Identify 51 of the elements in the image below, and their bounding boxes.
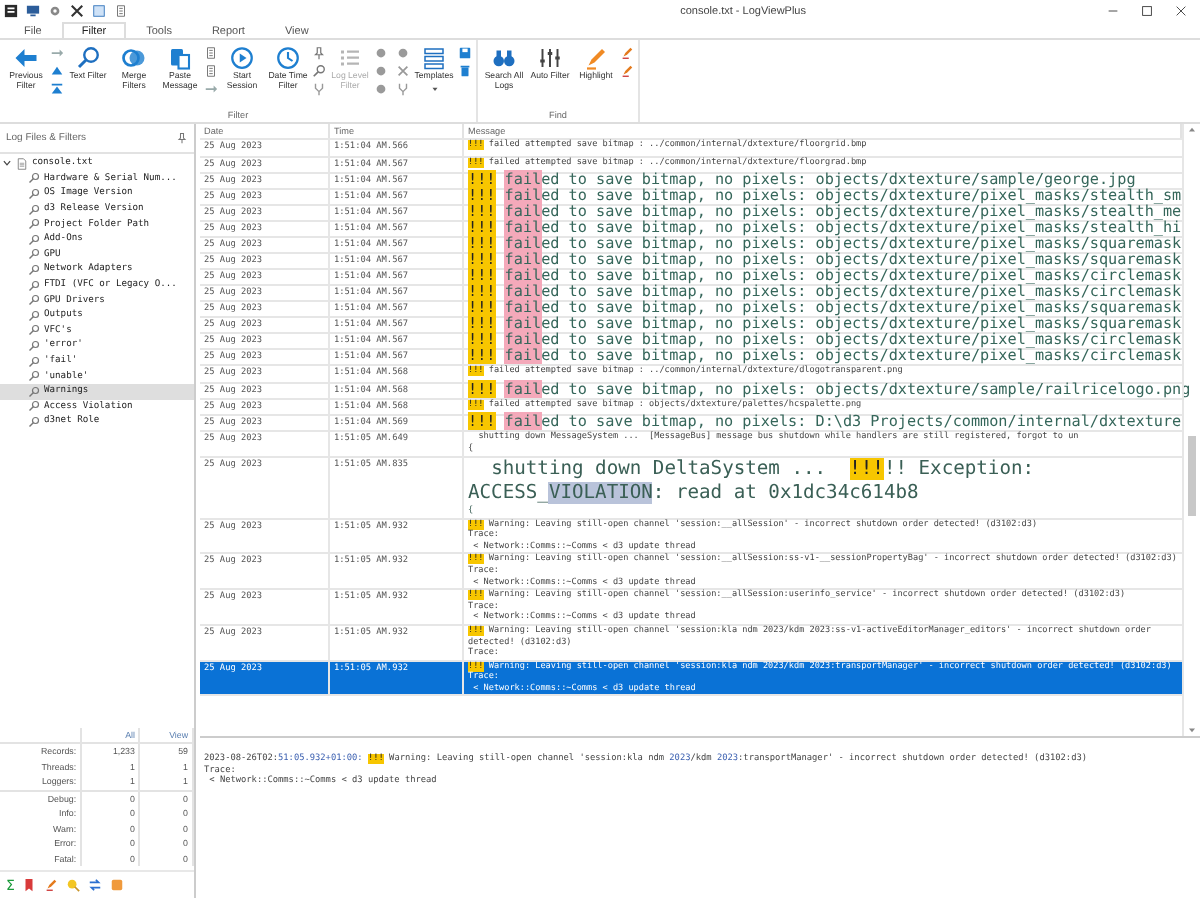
trash-icon[interactable]: [458, 64, 472, 78]
fork-icon[interactable]: [396, 82, 410, 96]
bookmark-icon[interactable]: [22, 878, 37, 892]
save-icon[interactable]: [458, 46, 472, 60]
list-icon: [338, 46, 362, 70]
app-icon: [4, 4, 18, 18]
pin-icon[interactable]: [176, 132, 188, 144]
scrollbar-thumb[interactable]: [1188, 436, 1196, 516]
arrow-left-icon: [14, 46, 38, 70]
box-icon[interactable]: [110, 878, 125, 892]
log-row[interactable]: [200, 661, 1182, 697]
fork-icon[interactable]: [312, 82, 326, 96]
pen-icon[interactable]: [620, 64, 634, 78]
file-icon[interactable]: [204, 64, 218, 78]
documents-icon[interactable]: [114, 4, 128, 18]
gear-icon: [48, 4, 62, 18]
clipboard-icon: [168, 46, 192, 70]
dot-icon[interactable]: [396, 46, 410, 60]
caret-icon: [429, 83, 439, 94]
log-row[interactable]: [200, 554, 1182, 591]
sliders-icon: [538, 46, 562, 70]
binoculars-icon: [492, 46, 516, 70]
pen-icon[interactable]: [620, 46, 634, 60]
magnifier-icon[interactable]: [312, 64, 326, 78]
file-icon[interactable]: [204, 46, 218, 60]
circles-icon: [122, 46, 146, 70]
triangle-up-bar-icon[interactable]: [50, 82, 64, 96]
close-icon[interactable]: [1174, 4, 1188, 18]
log-row[interactable]: [200, 590, 1182, 626]
monitor-icon: [26, 4, 40, 18]
swap-arrows-icon[interactable]: [88, 878, 103, 892]
magnifier-icon: [76, 46, 100, 70]
highlighter-icon: [584, 46, 608, 70]
chevron-down-icon[interactable]: [2, 158, 12, 169]
cross-icon[interactable]: [396, 64, 410, 78]
pen-icon[interactable]: [44, 878, 59, 892]
arrow-return-icon[interactable]: [204, 82, 218, 96]
dot-icon[interactable]: [374, 82, 388, 96]
minimize-icon[interactable]: [1106, 4, 1120, 18]
play-icon: [230, 46, 254, 70]
stack-icon: [422, 46, 446, 70]
document-icon[interactable]: [92, 4, 106, 18]
arrow-right-icon[interactable]: [50, 46, 64, 60]
file-icon: [16, 157, 28, 170]
maximize-icon[interactable]: [1140, 4, 1154, 18]
pin-icon[interactable]: [312, 46, 326, 60]
scroll-down-icon[interactable]: [1186, 724, 1198, 736]
clock-icon: [276, 46, 300, 70]
dot-icon[interactable]: [374, 46, 388, 60]
triangle-up-icon[interactable]: [50, 64, 64, 78]
dot-icon[interactable]: [374, 64, 388, 78]
